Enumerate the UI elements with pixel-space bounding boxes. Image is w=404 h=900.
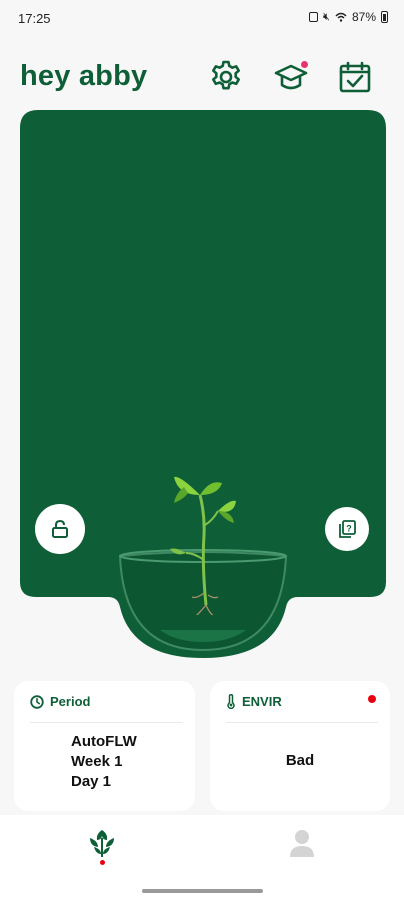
clock-icon <box>30 694 44 709</box>
grow-panel: ? <box>20 110 386 658</box>
bottom-nav <box>0 815 404 900</box>
envir-status-value: Bad <box>285 752 315 769</box>
period-week: Week 1 <box>71 753 123 770</box>
seedling-illustration <box>170 476 236 615</box>
envir-card-header: ENVIR <box>226 694 282 709</box>
calendar-check-icon <box>339 61 371 93</box>
divider <box>226 722 378 723</box>
period-details: AutoFLW Week 1 Day 1 <box>71 732 137 792</box>
wifi-icon <box>335 12 347 22</box>
plant-icon <box>90 830 114 857</box>
help-cards-icon: ? <box>339 520 356 538</box>
notification-dot <box>301 61 308 68</box>
status-bar: 17:25 🔇︎ 87% <box>0 0 404 38</box>
lock-icon <box>52 519 68 538</box>
period-strain: AutoFLW <box>71 733 137 750</box>
greeting-title: hey abby <box>20 60 148 92</box>
battery-icon <box>381 11 388 23</box>
svg-text:?: ? <box>346 524 352 534</box>
status-time: 17:25 <box>18 11 51 26</box>
help-button[interactable]: ? <box>325 507 369 551</box>
mute-icon: 🔇︎ <box>323 10 330 23</box>
learn-button[interactable] <box>272 58 310 96</box>
settings-button[interactable] <box>207 58 245 96</box>
gear-icon <box>212 60 240 90</box>
home-indicator <box>142 889 263 893</box>
profile-icon <box>290 830 314 857</box>
envir-alert-dot <box>368 695 376 703</box>
status-icons: 🔇︎ 87% <box>309 10 388 24</box>
sim-icon <box>309 12 319 22</box>
envir-card-title: ENVIR <box>242 694 282 709</box>
period-card[interactable]: Period AutoFLW Week 1 Day 1 <box>14 681 195 811</box>
divider <box>30 722 183 723</box>
envir-card[interactable]: ENVIR Bad <box>210 681 390 811</box>
period-card-header: Period <box>30 694 90 709</box>
nav-active-dot <box>100 860 105 865</box>
calendar-button[interactable] <box>336 58 374 96</box>
battery-percent: 87% <box>351 10 376 24</box>
header: hey abby <box>0 52 404 104</box>
nav-profile-tab[interactable] <box>282 823 322 863</box>
lock-button[interactable] <box>35 504 85 554</box>
thermometer-icon <box>227 694 235 709</box>
period-day: Day 1 <box>71 773 112 790</box>
nav-plant-tab[interactable] <box>82 823 122 863</box>
period-card-title: Period <box>50 694 91 709</box>
